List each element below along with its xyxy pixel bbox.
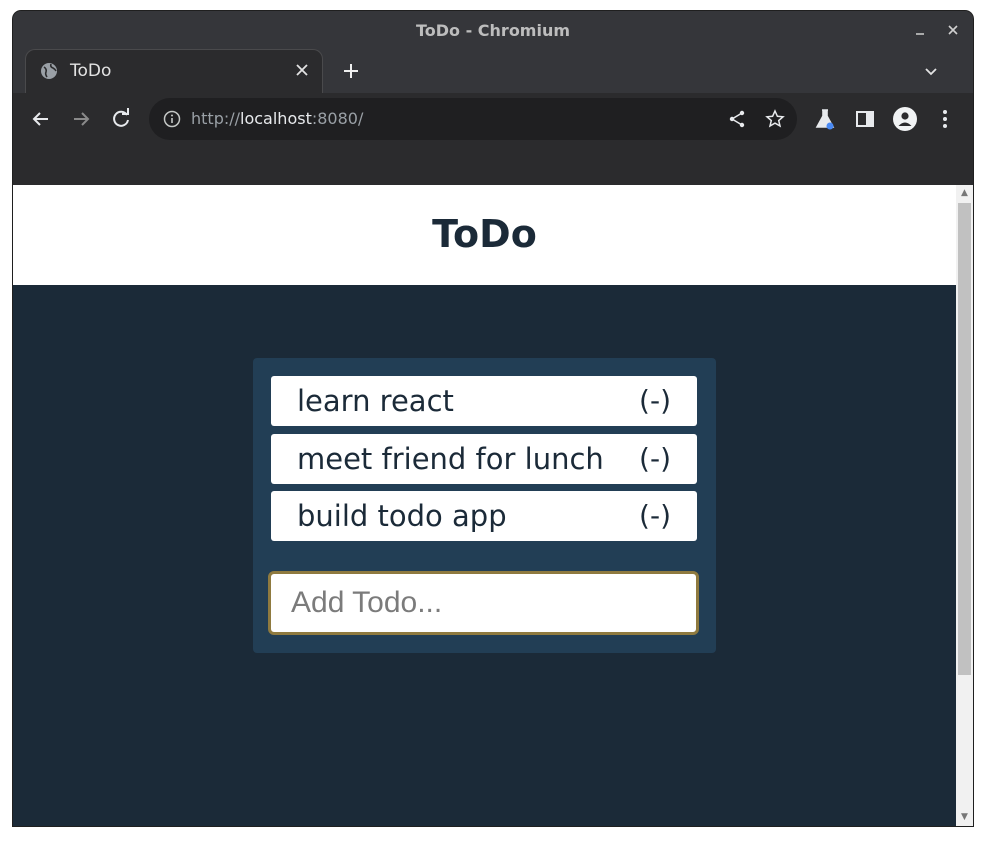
window-title: ToDo - Chromium	[415, 21, 571, 40]
todo-item: learn react (-)	[271, 376, 697, 426]
todo-panel: learn react (-) meet friend for lunch (-…	[253, 358, 716, 653]
remove-todo-button[interactable]: (-)	[639, 442, 671, 475]
url-rest: :8080/	[311, 109, 364, 128]
title-bar: ToDo - Chromium	[13, 11, 973, 49]
labs-flask-icon[interactable]	[813, 107, 837, 131]
globe-icon	[40, 62, 58, 80]
tab-close-icon[interactable]	[292, 60, 312, 80]
add-todo-input[interactable]	[268, 571, 699, 635]
browser-window: ToDo - Chromium ToDo http://localhost:80…	[13, 11, 973, 826]
minimize-icon[interactable]	[910, 20, 930, 40]
more-menu-icon[interactable]	[933, 107, 957, 131]
todo-text: build todo app	[297, 499, 507, 533]
todo-item: meet friend for lunch (-)	[271, 434, 697, 484]
remove-todo-button[interactable]: (-)	[639, 384, 671, 417]
page-title: ToDo	[432, 212, 537, 256]
todo-item: build todo app (-)	[271, 491, 697, 541]
back-icon[interactable]	[29, 107, 53, 131]
side-panel-icon[interactable]	[853, 107, 877, 131]
app-header: ToDo	[13, 185, 956, 285]
forward-icon[interactable]	[69, 107, 93, 131]
url-text: http://localhost:8080/	[191, 109, 363, 128]
address-bar[interactable]: http://localhost:8080/	[149, 98, 797, 140]
share-icon[interactable]	[727, 109, 747, 129]
tab-title: ToDo	[70, 61, 112, 81]
url-scheme: http://	[191, 109, 241, 128]
info-icon[interactable]	[163, 110, 181, 128]
browser-toolbar: http://localhost:8080/	[13, 93, 973, 185]
scrollbar-thumb[interactable]	[958, 203, 971, 675]
tab-todo[interactable]: ToDo	[25, 49, 323, 93]
scroll-down-icon[interactable]: ▼	[960, 813, 969, 822]
page-viewport: ToDo learn react (-) meet friend for lun…	[13, 185, 973, 826]
todo-text: learn react	[297, 384, 454, 418]
remove-todo-button[interactable]: (-)	[639, 499, 671, 532]
todo-text: meet friend for lunch	[297, 442, 604, 476]
reload-icon[interactable]	[109, 107, 133, 131]
page-scrollbar[interactable]: ▲ ▼	[956, 185, 973, 826]
bookmark-star-icon[interactable]	[765, 109, 785, 129]
new-tab-button[interactable]	[339, 59, 363, 83]
chevron-down-icon[interactable]	[921, 61, 941, 81]
profile-avatar-icon[interactable]	[893, 107, 917, 131]
tab-strip: ToDo	[13, 49, 973, 93]
close-icon[interactable]	[943, 20, 963, 40]
scroll-up-icon[interactable]: ▲	[960, 189, 969, 198]
url-host: localhost	[240, 109, 312, 128]
